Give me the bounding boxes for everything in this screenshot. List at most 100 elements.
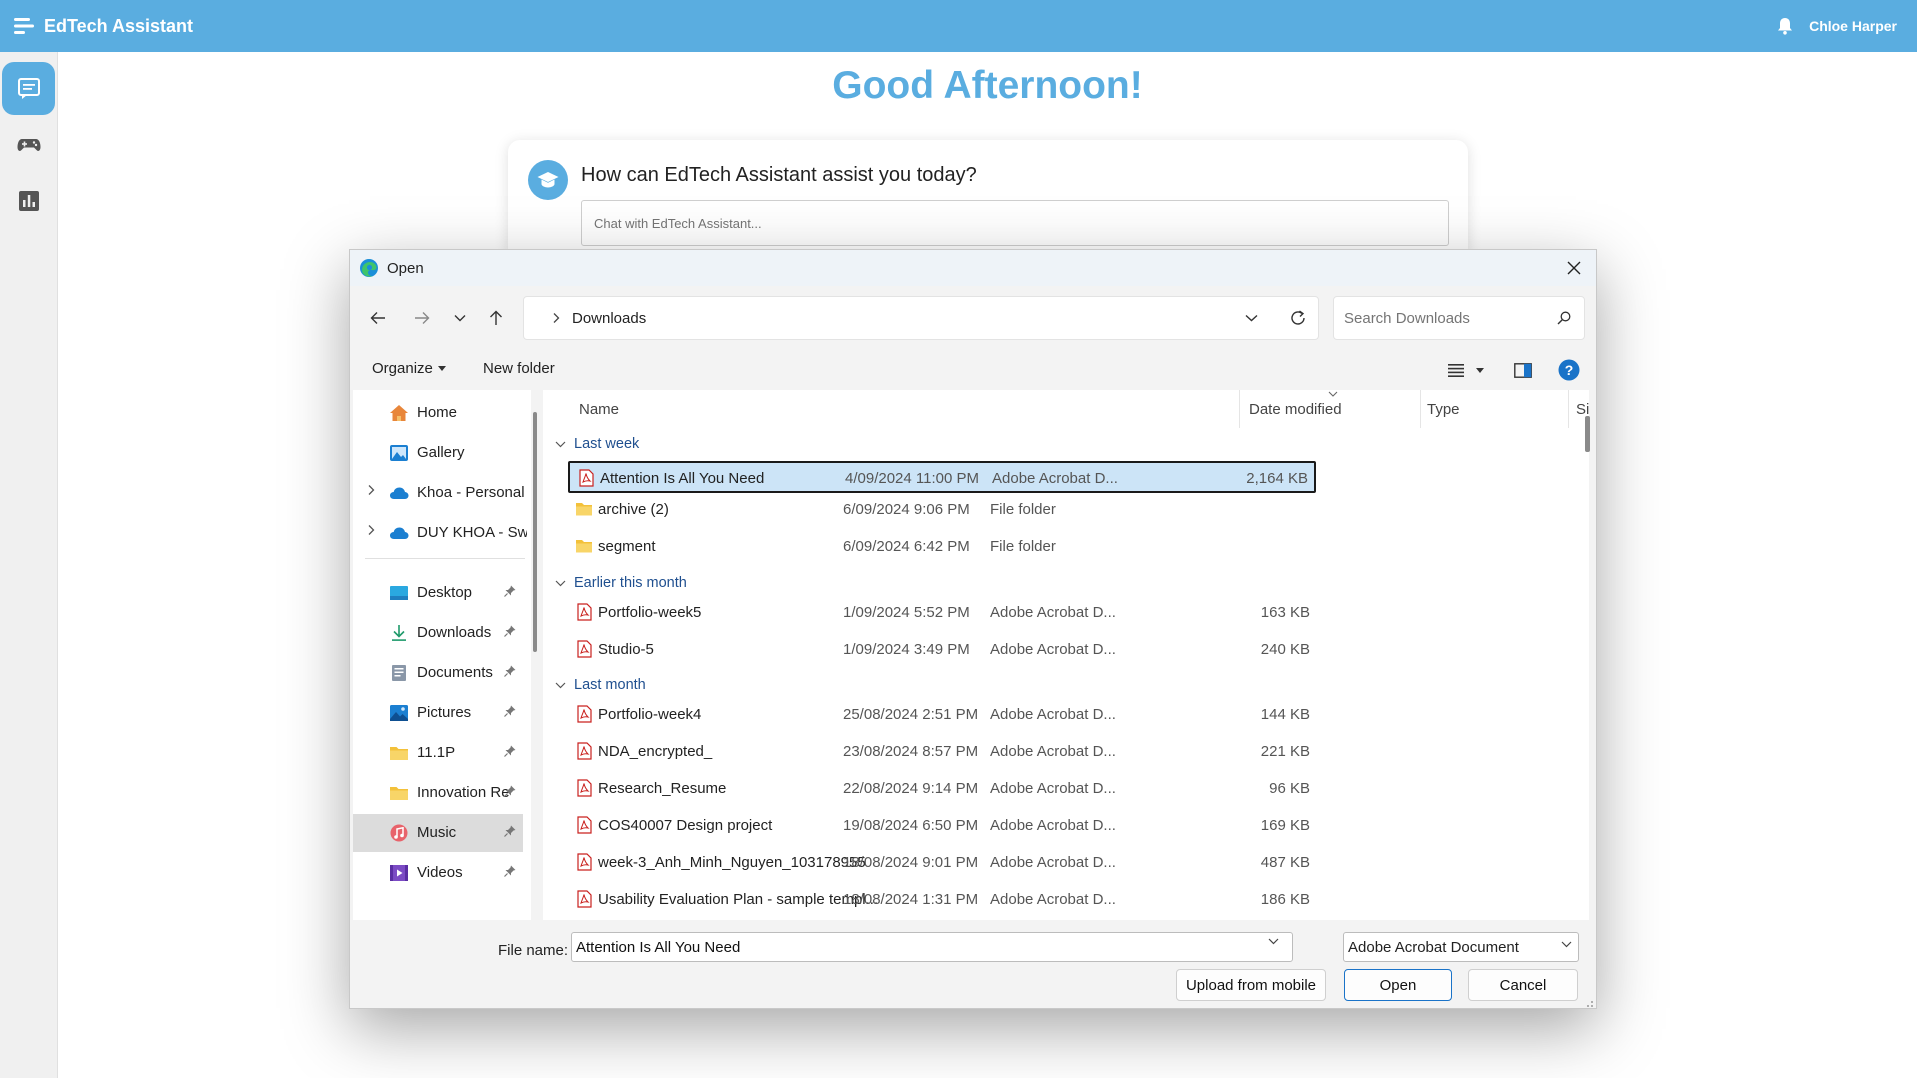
pin-icon[interactable] xyxy=(504,585,516,597)
new-folder-button[interactable]: New folder xyxy=(483,360,555,377)
refresh-button[interactable] xyxy=(1282,302,1314,334)
download-icon xyxy=(392,625,406,641)
pdf-icon xyxy=(577,779,592,797)
file-name-input[interactable] xyxy=(571,932,1293,962)
chevron-down-icon[interactable] xyxy=(1268,938,1279,945)
nav-item-gallery[interactable]: Gallery xyxy=(353,434,523,472)
help-icon: ? xyxy=(1558,359,1580,381)
open-button[interactable]: Open xyxy=(1344,969,1452,1001)
column-separator[interactable] xyxy=(1420,390,1421,428)
dialog-title: Open xyxy=(387,259,424,277)
nav-item-documents[interactable]: Documents xyxy=(353,654,523,692)
nav-item-videos[interactable]: Videos xyxy=(353,854,523,892)
navigation-pane: Home Gallery Khoa - Personal DUY KHOA - … xyxy=(353,390,531,920)
group-last-month[interactable]: Last month xyxy=(555,677,646,693)
column-header-name[interactable]: Name xyxy=(579,390,619,428)
navigation-scrollbar[interactable] xyxy=(533,412,537,652)
nav-item-innovation[interactable]: Innovation Re xyxy=(353,774,523,812)
rail-chat-button[interactable] xyxy=(2,62,55,115)
nav-item-khoa-personal[interactable]: Khoa - Personal xyxy=(353,474,525,512)
pdf-icon xyxy=(577,603,592,621)
search-icon[interactable] xyxy=(1550,304,1578,332)
file-row[interactable]: Usability Evaluation Plan - sample templ… xyxy=(568,884,1316,916)
rail-games-button[interactable] xyxy=(2,118,55,171)
organize-label: Organize xyxy=(372,360,433,377)
nav-item-11-1p[interactable]: 11.1P xyxy=(353,734,523,772)
column-separator[interactable] xyxy=(1568,390,1569,428)
user-name[interactable]: Chloe Harper xyxy=(1809,18,1897,34)
gallery-icon xyxy=(390,445,408,461)
brand[interactable]: EdTech Assistant xyxy=(14,16,193,37)
edge-browser-icon xyxy=(360,259,378,277)
pdf-icon xyxy=(579,469,594,487)
cloud-icon xyxy=(390,527,409,539)
preview-pane-button[interactable] xyxy=(1509,356,1537,384)
pin-icon[interactable] xyxy=(504,745,516,757)
search-input[interactable] xyxy=(1333,296,1585,340)
pin-icon[interactable] xyxy=(504,705,516,717)
forward-button[interactable] xyxy=(406,302,438,334)
nav-item-downloads[interactable]: Downloads xyxy=(353,614,523,652)
arrow-up-icon xyxy=(490,310,502,325)
dialog-title-bar[interactable]: Open xyxy=(350,250,1596,286)
back-button[interactable] xyxy=(362,302,394,334)
file-list-scrollbar[interactable] xyxy=(1585,416,1590,452)
arrow-right-icon xyxy=(415,312,430,324)
file-row[interactable]: Portfolio-week4 25/08/2024 2:51 PM Adobe… xyxy=(568,699,1316,731)
file-row[interactable]: Studio-5 1/09/2024 3:49 PM Adobe Acrobat… xyxy=(568,634,1316,666)
chevron-down-icon xyxy=(1245,314,1257,322)
rail-analytics-button[interactable] xyxy=(2,174,55,227)
file-row[interactable]: Research_Resume 22/08/2024 9:14 PM Adobe… xyxy=(568,773,1316,805)
bell-icon[interactable] xyxy=(1777,17,1793,35)
recent-locations-button[interactable] xyxy=(444,302,476,334)
view-options-dropdown[interactable] xyxy=(1466,356,1494,384)
nav-item-home[interactable]: Home xyxy=(353,394,523,432)
new-folder-label: New folder xyxy=(483,360,555,377)
dialog-footer: File name: Adobe Acrobat Document Upload… xyxy=(350,920,1596,1008)
organize-button[interactable]: Organize xyxy=(372,360,446,377)
address-dropdown-button[interactable] xyxy=(1235,302,1267,334)
resize-grip-icon[interactable] xyxy=(1584,998,1594,1008)
sort-indicator-icon xyxy=(1328,391,1338,397)
up-button[interactable] xyxy=(480,302,512,334)
open-file-dialog: Open Downloads Search Downloads Organize… xyxy=(349,249,1597,1009)
pdf-icon xyxy=(577,853,592,871)
nav-item-pictures[interactable]: Pictures xyxy=(353,694,523,732)
nav-item-music[interactable]: Music xyxy=(353,814,523,852)
address-bar[interactable]: Downloads xyxy=(523,296,1319,340)
refresh-icon xyxy=(1291,310,1305,325)
file-row[interactable]: Portfolio-week5 1/09/2024 5:52 PM Adobe … xyxy=(568,597,1316,629)
assistant-avatar xyxy=(528,160,568,200)
pin-icon[interactable] xyxy=(504,625,516,637)
pin-icon[interactable] xyxy=(504,785,516,797)
file-row[interactable]: COS40007 Design project 19/08/2024 6:50 … xyxy=(568,810,1316,842)
group-last-week[interactable]: Last week xyxy=(555,436,639,452)
pin-icon[interactable] xyxy=(504,665,516,677)
file-row[interactable]: archive (2) 6/09/2024 9:06 PM File folde… xyxy=(568,494,1316,526)
file-row[interactable]: week-3_Anh_Minh_Nguyen_103178955 18/08/2… xyxy=(568,847,1316,879)
upload-from-mobile-button[interactable]: Upload from mobile xyxy=(1176,969,1326,1001)
file-type-select[interactable]: Adobe Acrobat Document xyxy=(1343,932,1579,962)
dialog-close-button[interactable] xyxy=(1558,252,1590,284)
nav-item-desktop[interactable]: Desktop xyxy=(353,574,523,612)
chevron-right-icon xyxy=(368,525,375,535)
file-row[interactable]: segment 6/09/2024 6:42 PM File folder xyxy=(568,531,1316,563)
help-button[interactable]: ? xyxy=(1555,356,1583,384)
pin-icon[interactable] xyxy=(504,865,516,877)
pin-icon[interactable] xyxy=(504,825,516,837)
group-earlier-this-month[interactable]: Earlier this month xyxy=(555,575,687,591)
column-separator[interactable] xyxy=(1239,390,1240,428)
pdf-icon xyxy=(577,742,592,760)
column-header-type[interactable]: Type xyxy=(1427,390,1460,428)
chat-icon xyxy=(17,77,40,99)
chat-input[interactable] xyxy=(581,200,1449,246)
nav-divider xyxy=(365,558,525,559)
file-row[interactable]: NDA_encrypted_ 23/08/2024 8:57 PM Adobe … xyxy=(568,736,1316,768)
nav-item-duy-khoa[interactable]: DUY KHOA - Sw xyxy=(353,514,527,552)
pdf-icon xyxy=(577,890,592,908)
folder-icon xyxy=(390,787,408,800)
file-row[interactable]: Attention Is All You Need 4/09/2024 11:0… xyxy=(568,461,1316,493)
cancel-button[interactable]: Cancel xyxy=(1468,969,1578,1001)
breadcrumb-downloads[interactable]: Downloads xyxy=(572,310,646,327)
file-list: Name Date modified Type Size Last week A… xyxy=(543,390,1589,920)
